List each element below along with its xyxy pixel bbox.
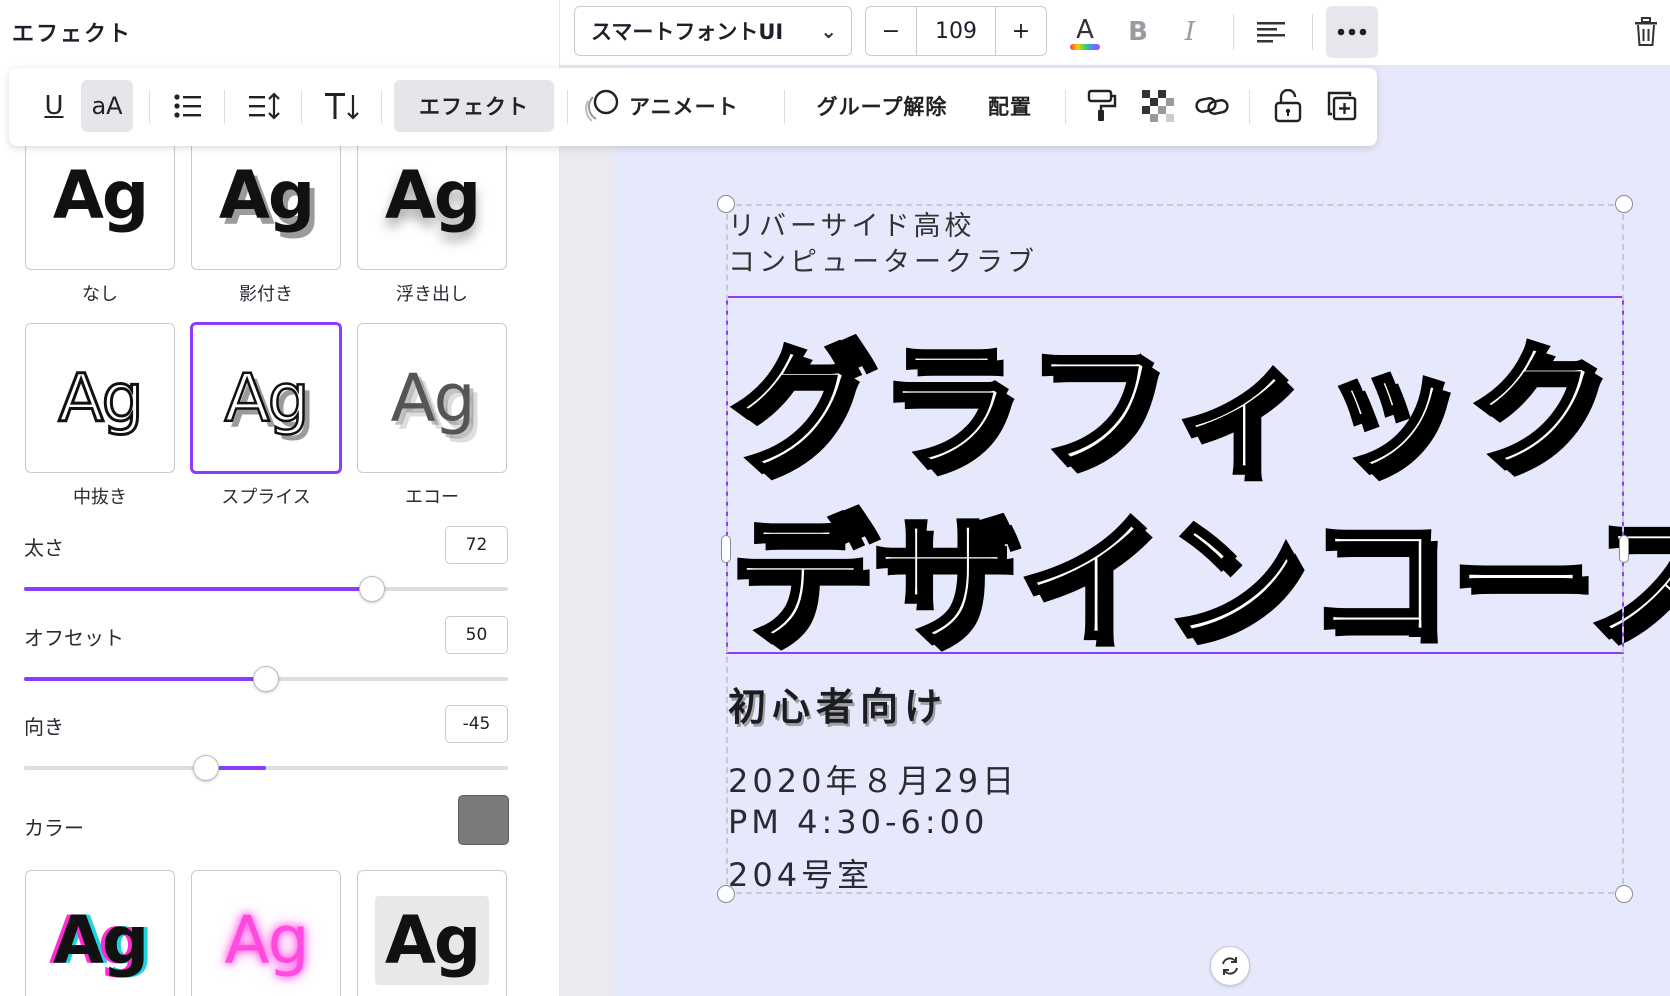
- duplicate-icon[interactable]: [1319, 80, 1365, 132]
- effect-label: エコー: [405, 487, 459, 508]
- offset-slider[interactable]: [24, 666, 508, 692]
- bold-icon[interactable]: B: [1114, 8, 1162, 56]
- effect-preview: Ag: [218, 156, 315, 234]
- trash-icon[interactable]: [1626, 8, 1666, 56]
- toolbar-divider: [1065, 90, 1066, 124]
- resize-handle-top-left[interactable]: [717, 195, 735, 213]
- toolbar-divider: [224, 90, 225, 124]
- italic-icon[interactable]: I: [1166, 8, 1214, 56]
- list-icon[interactable]: [165, 80, 211, 132]
- effect-label: なし: [82, 284, 118, 305]
- effect-preview: Ag: [223, 358, 311, 438]
- underline-button[interactable]: U: [31, 80, 77, 132]
- effect-label: 浮き出し: [396, 284, 468, 305]
- direction-slider[interactable]: [24, 755, 508, 781]
- direction-label: 向き: [24, 715, 64, 739]
- svg-text:A: A: [1076, 15, 1094, 45]
- font-size-stepper: − 109 +: [865, 6, 1047, 56]
- design-page[interactable]: リバーサイド高校 コンピュータークラブ グラフィック デザインコース 初心者向け…: [614, 66, 1670, 996]
- more-icon[interactable]: [1326, 6, 1378, 58]
- toolbar-divider: [381, 90, 382, 124]
- align-left-icon[interactable]: [1247, 8, 1295, 56]
- font-size-input[interactable]: 109: [916, 7, 996, 55]
- animate-icon[interactable]: [579, 80, 625, 132]
- thickness-value-input[interactable]: 72: [445, 526, 508, 564]
- effect-preview: Ag: [374, 895, 490, 985]
- ungroup-button[interactable]: グループ解除: [806, 80, 958, 132]
- toolbar-divider: [784, 90, 785, 124]
- text-options-toolbar: U aA エフェクト アニメート グループ解除 配置: [9, 68, 1377, 146]
- effect-preview: Ag: [224, 901, 309, 979]
- group-selection-box: [726, 204, 1624, 894]
- arrange-button[interactable]: 配置: [975, 80, 1045, 132]
- thickness-slider[interactable]: [24, 576, 508, 602]
- text-color-icon[interactable]: A: [1061, 8, 1109, 56]
- unlock-icon[interactable]: [1265, 80, 1311, 132]
- rotate-icon[interactable]: [1210, 946, 1250, 986]
- effects-button[interactable]: エフェクト: [394, 80, 554, 132]
- link-icon[interactable]: [1189, 80, 1235, 132]
- effect-label: 影付き: [239, 284, 293, 305]
- toolbar-divider: [1312, 14, 1313, 50]
- letter-case-button[interactable]: aA: [81, 80, 133, 132]
- increase-size-button[interactable]: +: [996, 7, 1046, 55]
- effect-preview: Ag: [52, 901, 149, 979]
- thickness-label: 太さ: [24, 536, 64, 560]
- paint-roller-icon[interactable]: [1079, 80, 1125, 132]
- offset-label: オフセット: [24, 626, 124, 650]
- effect-preview: Ag: [390, 359, 475, 437]
- toolbar-divider: [149, 90, 150, 124]
- direction-slider-thumb[interactable]: [192, 755, 219, 781]
- effect-glitch-tile[interactable]: Ag: [25, 870, 175, 996]
- offset-slider-fill: [24, 677, 266, 681]
- effect-preview: Ag: [57, 358, 145, 438]
- resize-handle-right[interactable]: [1619, 535, 1629, 563]
- resize-handle-left[interactable]: [721, 535, 731, 563]
- resize-handle-bottom-right[interactable]: [1615, 885, 1633, 903]
- thickness-slider-fill: [24, 587, 373, 591]
- spacing-icon[interactable]: [241, 80, 287, 132]
- toolbar-divider: [301, 90, 302, 124]
- font-name: スマートフォントUI: [591, 20, 784, 44]
- resize-handle-top-right[interactable]: [1615, 195, 1633, 213]
- direction-value-input[interactable]: -45: [445, 705, 508, 743]
- effect-hollow-tile[interactable]: Ag: [25, 323, 175, 473]
- decrease-size-button[interactable]: −: [866, 7, 916, 55]
- animate-button[interactable]: アニメート: [629, 80, 759, 132]
- offset-value-input[interactable]: 50: [445, 616, 508, 654]
- effect-preview: Ag: [52, 156, 149, 234]
- color-label: カラー: [24, 816, 84, 840]
- effect-neon-tile[interactable]: Ag: [191, 870, 341, 996]
- thickness-slider-thumb[interactable]: [359, 576, 386, 602]
- effect-preview: Ag: [384, 156, 481, 234]
- effects-panel: エフェクト Ag なし Ag 影付き Ag 浮き出し Ag 中抜き Ag スプラ…: [0, 0, 560, 996]
- toolbar-divider: [567, 90, 568, 124]
- effect-echo-tile[interactable]: Ag: [357, 323, 507, 473]
- font-family-select[interactable]: スマートフォントUI ⌄: [574, 6, 852, 56]
- transparency-icon[interactable]: [1135, 80, 1181, 132]
- toolbar-divider: [1233, 14, 1234, 50]
- top-toolbar: スマートフォントUI ⌄ − 109 + A B I: [560, 0, 1670, 66]
- offset-slider-thumb[interactable]: [253, 666, 279, 692]
- effect-label: 中抜き: [73, 487, 127, 508]
- panel-title: エフェクト: [12, 22, 133, 47]
- color-swatch[interactable]: [458, 795, 509, 845]
- chevron-down-icon: ⌄: [820, 19, 837, 43]
- toolbar-divider: [1249, 90, 1250, 124]
- text-size-icon[interactable]: [317, 80, 367, 132]
- canvas-area: リバーサイド高校 コンピュータークラブ グラフィック デザインコース 初心者向け…: [560, 66, 1670, 996]
- effect-label: スプライス: [221, 487, 311, 508]
- resize-handle-bottom-left[interactable]: [717, 885, 735, 903]
- effect-background-tile[interactable]: Ag: [357, 870, 507, 996]
- effect-splice-tile[interactable]: Ag: [190, 322, 342, 474]
